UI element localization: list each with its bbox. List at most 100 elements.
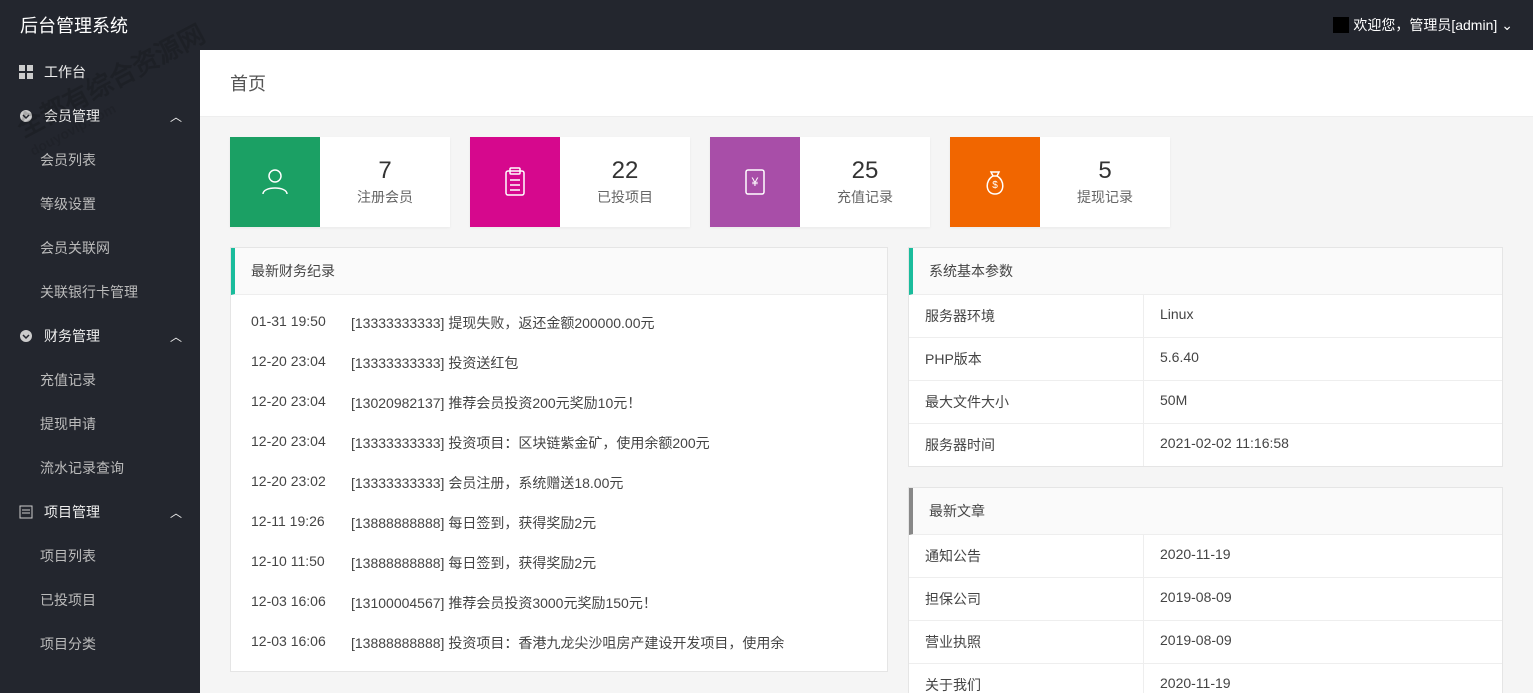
sidebar-item-workbench[interactable]: 工作台 <box>0 50 200 94</box>
app-title: 后台管理系统 <box>20 12 128 38</box>
table-key: 服务器时间 <box>909 424 1144 466</box>
finance-time: 12-20 23:04 <box>251 353 351 373</box>
table-key: PHP版本 <box>909 338 1144 380</box>
chevron-up-icon: ︿ <box>170 504 182 521</box>
chevron-down-icon: ⌄ <box>1501 17 1513 34</box>
finance-text: [13100004567] 推荐会员投资3000元奖励150元！ <box>351 593 867 613</box>
finance-text: [13888888888] 每日签到，获得奖励2元 <box>351 553 867 573</box>
table-row[interactable]: 关于我们2020-11-19 <box>909 663 1502 693</box>
finance-time: 01-31 19:50 <box>251 313 351 333</box>
articles-table: 通知公告2020-11-19担保公司2019-08-09营业执照2019-08-… <box>909 535 1502 693</box>
tile-number: 5 <box>1098 157 1111 185</box>
sidebar-section-label: 财务管理 <box>44 326 100 346</box>
sidebar-section-member[interactable]: 会员管理 ︿ <box>0 94 200 138</box>
finance-row: 12-10 11:50[13888888888] 每日签到，获得奖励2元 <box>231 543 887 583</box>
tile-withdraw[interactable]: $ 5 提现记录 <box>950 137 1170 227</box>
table-key: 营业执照 <box>909 621 1144 663</box>
sidebar-item-invested[interactable]: 已投项目 <box>0 578 200 622</box>
table-key: 担保公司 <box>909 578 1144 620</box>
tile-label: 已投项目 <box>597 187 653 207</box>
tile-number: 25 <box>852 157 879 185</box>
table-row[interactable]: 营业执照2019-08-09 <box>909 620 1502 663</box>
table-key: 服务器环境 <box>909 295 1144 337</box>
breadcrumb: 首页 <box>200 50 1533 117</box>
sidebar-section-label: 项目管理 <box>44 502 100 522</box>
finance-row: 12-11 19:26[13888888888] 每日签到，获得奖励2元 <box>231 503 887 543</box>
finance-time: 12-03 16:06 <box>251 633 351 653</box>
circle-down-icon <box>18 108 34 124</box>
table-row[interactable]: 通知公告2020-11-19 <box>909 535 1502 577</box>
sidebar-item-member-network[interactable]: 会员关联网 <box>0 226 200 270</box>
finance-time: 12-20 23:04 <box>251 433 351 453</box>
table-value: 2021-02-02 11:16:58 <box>1144 424 1502 466</box>
topbar: 后台管理系统 欢迎您，管理员[admin] ⌄ <box>0 0 1533 50</box>
user-avatar-icon <box>1333 17 1349 33</box>
chevron-up-icon: ︿ <box>170 328 182 345</box>
tile-members[interactable]: 7 注册会员 <box>230 137 450 227</box>
finance-row: 12-03 16:06[13888888888] 投资项目：香港九龙尖沙咀房产建… <box>231 623 887 663</box>
table-key: 最大文件大小 <box>909 381 1144 423</box>
finance-time: 12-03 16:06 <box>251 593 351 613</box>
stat-tiles: 7 注册会员 22 已投项目 ¥ 25 充值记录 <box>200 117 1533 247</box>
tile-number: 22 <box>612 157 639 185</box>
sidebar-item-level-setting[interactable]: 等级设置 <box>0 182 200 226</box>
table-row: PHP版本5.6.40 <box>909 337 1502 380</box>
table-value: 50M <box>1144 381 1502 423</box>
tile-label: 充值记录 <box>837 187 893 207</box>
user-menu[interactable]: 欢迎您，管理员[admin] ⌄ <box>1333 15 1513 35</box>
finance-row: 12-20 23:02[13333333333] 会员注册，系统赠送18.00元 <box>231 463 887 503</box>
table-value: 2019-08-09 <box>1144 578 1502 620</box>
sidebar-item-withdraw[interactable]: 提现申请 <box>0 402 200 446</box>
tile-number: 7 <box>378 157 391 185</box>
panel-finance-log: 最新财务纪录 01-31 19:50[13333333333] 提现失败，返还金… <box>230 247 888 672</box>
finance-row: 12-20 23:04[13333333333] 投资送红包 <box>231 343 887 383</box>
tile-label: 注册会员 <box>357 187 413 207</box>
table-value: 2020-11-19 <box>1144 535 1502 577</box>
sidebar-item-project-list[interactable]: 项目列表 <box>0 534 200 578</box>
clipboard-icon <box>470 137 560 227</box>
table-key: 关于我们 <box>909 664 1144 693</box>
table-value: 2020-11-19 <box>1144 664 1502 693</box>
panel-sysinfo: 系统基本参数 服务器环境LinuxPHP版本5.6.40最大文件大小50M服务器… <box>908 247 1503 467</box>
table-row[interactable]: 担保公司2019-08-09 <box>909 577 1502 620</box>
finance-time: 12-20 23:04 <box>251 393 351 413</box>
sidebar: 工作台 会员管理 ︿ 会员列表 等级设置 会员关联网 关联银行卡管理 财务管理 … <box>0 50 200 693</box>
sidebar-item-flow-query[interactable]: 流水记录查询 <box>0 446 200 490</box>
finance-list: 01-31 19:50[13333333333] 提现失败，返还金额200000… <box>231 295 887 671</box>
table-key: 通知公告 <box>909 535 1144 577</box>
sidebar-section-label: 会员管理 <box>44 106 100 126</box>
table-value: 2019-08-09 <box>1144 621 1502 663</box>
welcome-text: 欢迎您，管理员[admin] <box>1353 15 1497 35</box>
sidebar-item-project-category[interactable]: 项目分类 <box>0 622 200 666</box>
finance-text: [13333333333] 会员注册，系统赠送18.00元 <box>351 473 867 493</box>
tile-projects[interactable]: 22 已投项目 <box>470 137 690 227</box>
finance-row: 01-31 19:50[13333333333] 提现失败，返还金额200000… <box>231 303 887 343</box>
table-row: 服务器时间2021-02-02 11:16:58 <box>909 423 1502 466</box>
panel-header: 最新文章 <box>909 488 1502 535</box>
sidebar-item-recharge[interactable]: 充值记录 <box>0 358 200 402</box>
finance-text: [13020982137] 推荐会员投资200元奖励10元！ <box>351 393 867 413</box>
finance-time: 12-11 19:26 <box>251 513 351 533</box>
main-content: 首页 7 注册会员 22 已投项目 <box>200 50 1533 693</box>
tile-label: 提现记录 <box>1077 187 1133 207</box>
circle-down-icon <box>18 328 34 344</box>
finance-time: 12-20 23:02 <box>251 473 351 493</box>
chevron-up-icon: ︿ <box>170 108 182 125</box>
sidebar-item-member-list[interactable]: 会员列表 <box>0 138 200 182</box>
finance-text: [13888888888] 每日签到，获得奖励2元 <box>351 513 867 533</box>
finance-text: [13333333333] 投资送红包 <box>351 353 867 373</box>
sidebar-section-finance[interactable]: 财务管理 ︿ <box>0 314 200 358</box>
table-value: 5.6.40 <box>1144 338 1502 380</box>
finance-text: [13888888888] 投资项目：香港九龙尖沙咀房产建设开发项目，使用余 <box>351 633 867 653</box>
sidebar-section-project[interactable]: 项目管理 ︿ <box>0 490 200 534</box>
finance-row: 12-20 23:04[13020982137] 推荐会员投资200元奖励10元… <box>231 383 887 423</box>
sidebar-item-bankcard[interactable]: 关联银行卡管理 <box>0 270 200 314</box>
table-row: 最大文件大小50M <box>909 380 1502 423</box>
panel-header: 最新财务纪录 <box>231 248 887 295</box>
svg-text:$: $ <box>992 180 998 191</box>
tile-recharge[interactable]: ¥ 25 充值记录 <box>710 137 930 227</box>
finance-text: [13333333333] 投资项目：区块链紫金矿，使用余额200元 <box>351 433 867 453</box>
sidebar-item-label: 工作台 <box>44 62 86 82</box>
finance-row: 12-20 23:04[13333333333] 投资项目：区块链紫金矿，使用余… <box>231 423 887 463</box>
list-icon <box>18 504 34 520</box>
